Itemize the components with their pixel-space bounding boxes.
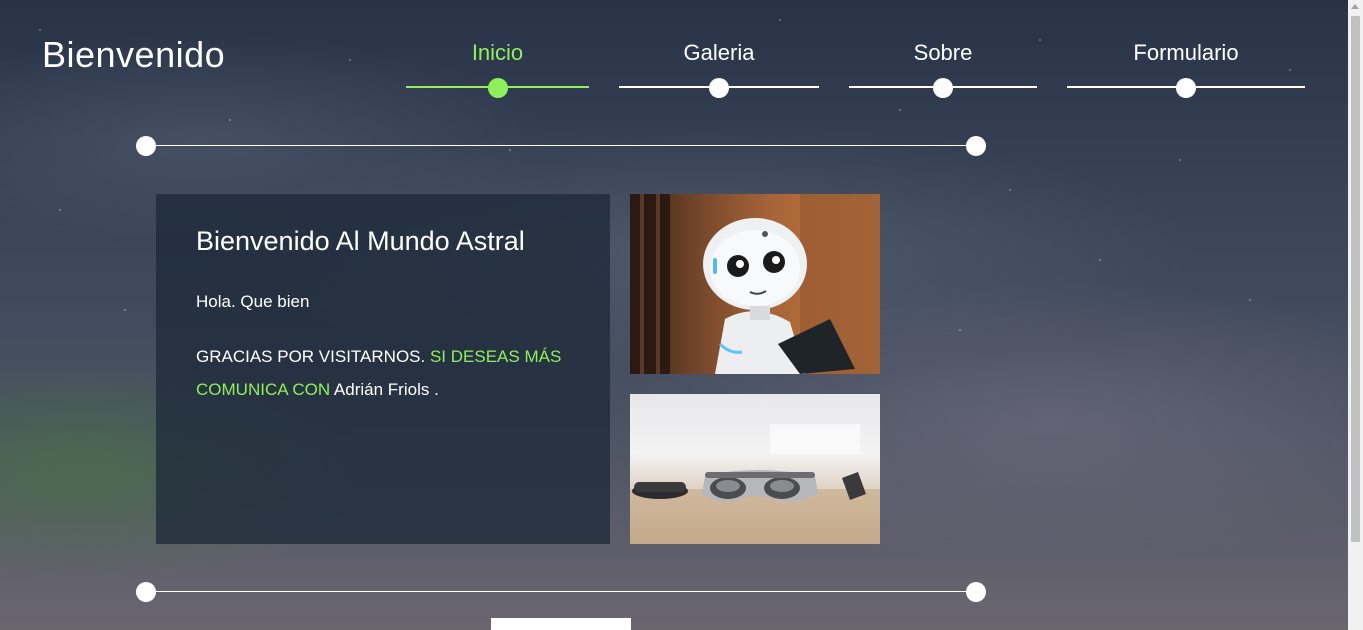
welcome-panel: Bienvenido Al Mundo Astral Hola. Que bie…: [156, 194, 610, 544]
nav-indicator: [709, 78, 729, 98]
greeting-text: Hola. Que bien: [196, 292, 310, 311]
nav-label: Formulario: [1133, 40, 1239, 65]
site-brand[interactable]: Bienvenido: [42, 34, 225, 76]
contact-message: GRACIAS POR VISITARNOS. SI DESEAS MÁS CO…: [196, 340, 570, 406]
bottom-divider: [136, 582, 986, 602]
nav-indicator: [1176, 78, 1196, 98]
ar-glasses-photo: [630, 394, 880, 544]
robot-photo: [630, 194, 880, 374]
divider-line: [146, 145, 976, 146]
nav-indicator: [933, 78, 953, 98]
divider-dot-right: [966, 136, 986, 156]
robot-illustration: [630, 194, 880, 374]
nav-item-galeria[interactable]: Galeria: [619, 40, 819, 100]
top-divider: [136, 136, 986, 156]
thanks-text: GRACIAS POR VISITARNOS.: [196, 347, 426, 366]
nav-active-indicator: [487, 78, 508, 98]
nav-item-sobre[interactable]: Sobre: [849, 40, 1037, 100]
nav-label: Galeria: [683, 40, 755, 65]
divider-line: [146, 591, 976, 592]
nav-item-formulario[interactable]: Formulario: [1067, 40, 1305, 100]
divider-dot-left: [136, 136, 156, 156]
nav-label: Sobre: [913, 40, 973, 65]
glasses-illustration: [630, 424, 880, 544]
contact-name: Adrián Friols .: [333, 380, 439, 399]
scrollbar-thumb[interactable]: [1351, 16, 1360, 542]
scroll-up-arrow-icon[interactable]: [1351, 4, 1359, 9]
next-section-card: [491, 618, 631, 630]
nav-label: Inicio: [471, 40, 524, 65]
divider-dot-left: [136, 582, 156, 602]
nav-item-inicio[interactable]: Inicio: [406, 40, 589, 100]
divider-dot-right: [966, 582, 986, 602]
welcome-title: Bienvenido Al Mundo Astral: [196, 226, 525, 256]
page-scrollbar[interactable]: [1348, 0, 1363, 630]
